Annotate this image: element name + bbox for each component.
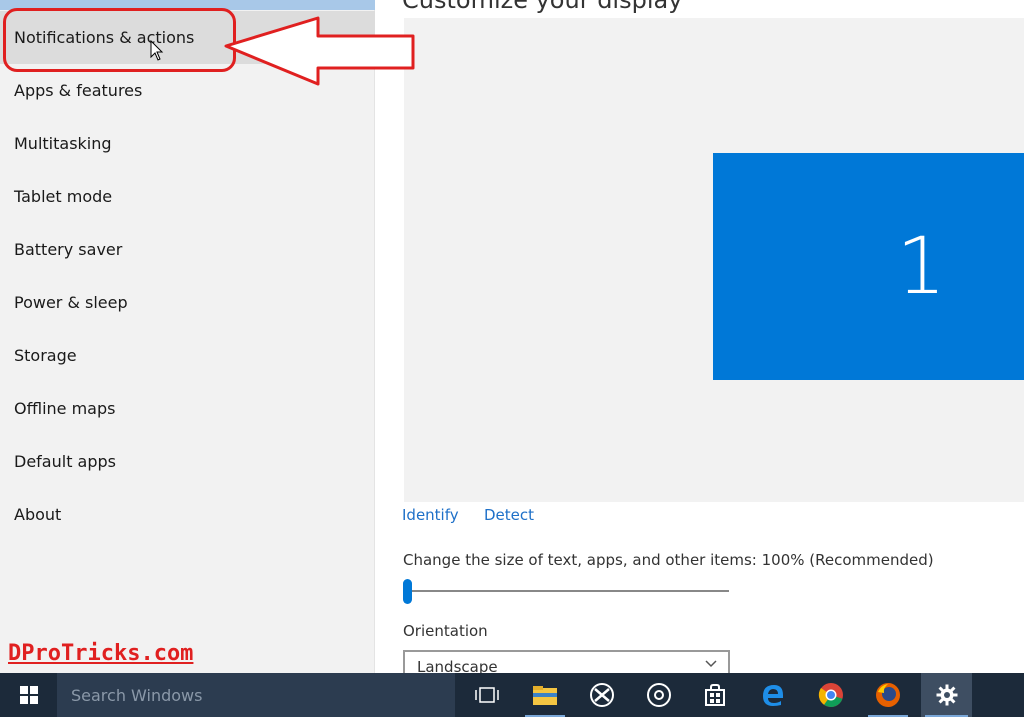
scale-slider-track[interactable]	[403, 590, 729, 592]
orientation-label: Orientation	[403, 622, 488, 640]
sidebar-top-strip	[0, 0, 375, 10]
display-preview-area: 1	[404, 18, 1024, 502]
sidebar-item-storage[interactable]: Storage	[0, 329, 375, 382]
sidebar-item-label: Tablet mode	[14, 187, 113, 206]
task-view-icon	[475, 687, 499, 703]
sidebar-item-label: Power & sleep	[14, 293, 128, 312]
monitor-number: 1	[896, 221, 946, 312]
firefox-button[interactable]	[864, 673, 912, 717]
display-settings-pane: Customize your display 1 Identify Detect…	[376, 0, 1024, 680]
windows-logo-icon	[19, 686, 38, 704]
sidebar-item-multitasking[interactable]: Multitasking	[0, 117, 375, 170]
sidebar-item-label: Battery saver	[14, 240, 123, 259]
sidebar-item-label: Storage	[14, 346, 77, 365]
scale-slider-thumb[interactable]	[403, 579, 412, 604]
sidebar-item-battery-saver[interactable]: Battery saver	[0, 223, 375, 276]
chevron-down-icon	[705, 660, 717, 668]
scale-size-label: Change the size of text, apps, and other…	[403, 551, 934, 569]
file-explorer-icon	[533, 686, 557, 705]
sidebar-item-label: Notifications & actions	[14, 28, 195, 47]
settings-button[interactable]	[921, 673, 972, 717]
task-view-button[interactable]	[463, 673, 511, 717]
xbox-button[interactable]	[578, 673, 626, 717]
sidebar-item-notifications-actions[interactable]: Notifications & actions	[0, 11, 375, 64]
edge-icon	[763, 685, 783, 706]
start-button[interactable]	[0, 673, 57, 717]
sidebar-item-tablet-mode[interactable]: Tablet mode	[0, 170, 375, 223]
sidebar-item-about[interactable]: About	[0, 488, 375, 541]
identify-link[interactable]: Identify	[402, 506, 459, 524]
edge-button[interactable]	[749, 673, 797, 717]
store-button[interactable]	[691, 673, 739, 717]
monitor-1-tile[interactable]: 1	[713, 153, 1024, 380]
sidebar-item-apps-features[interactable]: Apps & features	[0, 64, 375, 117]
sidebar-item-default-apps[interactable]: Default apps	[0, 435, 375, 488]
chrome-icon	[818, 683, 843, 707]
watermark-text: DProTricks.com	[8, 641, 194, 666]
groove-music-button[interactable]	[635, 673, 683, 717]
file-explorer-button[interactable]	[521, 673, 569, 717]
sidebar-item-label: About	[14, 505, 62, 524]
firefox-icon	[876, 683, 900, 707]
sidebar-item-offline-maps[interactable]: Offline maps	[0, 382, 375, 435]
xbox-icon	[590, 683, 614, 707]
sidebar-item-label: Multitasking	[14, 134, 112, 153]
page-title: Customize your display	[402, 0, 683, 14]
detect-link[interactable]: Detect	[484, 506, 534, 524]
search-placeholder: Search Windows	[71, 685, 203, 705]
taskbar-search-box[interactable]: Search Windows	[57, 673, 455, 717]
groove-music-icon	[647, 683, 671, 707]
settings-sidebar: Notifications & actions Apps & features …	[0, 0, 375, 673]
store-icon	[705, 684, 725, 706]
settings-icon	[936, 684, 957, 706]
sidebar-item-power-sleep[interactable]: Power & sleep	[0, 276, 375, 329]
taskbar: Search Windows	[0, 673, 1024, 717]
sidebar-item-label: Default apps	[14, 452, 116, 471]
sidebar-item-label: Offline maps	[14, 399, 116, 418]
chrome-button[interactable]	[807, 673, 855, 717]
sidebar-item-label: Apps & features	[14, 81, 143, 100]
